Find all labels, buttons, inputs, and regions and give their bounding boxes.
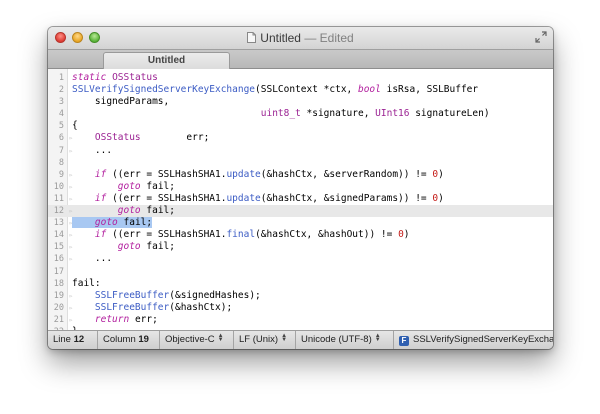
symbol-navigator[interactable]: F SSLVerifySignedServerKeyExchange: [394, 331, 553, 349]
line-number: 9: [58, 169, 64, 180]
updown-arrows-icon: ▲ ▼: [217, 333, 224, 343]
syntax-label: Objective-C: [165, 334, 215, 345]
line-endings-selector[interactable]: LF (Unix) ▲ ▼: [234, 331, 296, 349]
code-line[interactable]: 4 uint8_t *signature, UInt16 signatureLe…: [48, 108, 553, 120]
line-number: 14: [53, 230, 64, 241]
line-number: 2: [58, 85, 64, 96]
code-editor[interactable]: 1 static OSStatus 2 SSLVerifySignedServerKe…: [48, 69, 553, 331]
line-indicator: Line 12: [48, 331, 98, 349]
symbol-label: SSLVerifySignedServerKeyExchange: [413, 334, 553, 345]
line-number: 11: [53, 193, 64, 204]
code-line[interactable]: 17: [48, 266, 553, 278]
code-text[interactable]: goto fail;: [72, 241, 175, 253]
code-line[interactable]: 19 ▹ SSLFreeBuffer(&signedHashes);: [48, 290, 553, 302]
line-number: 13: [53, 218, 64, 229]
code-line[interactable]: 18 fail:: [48, 278, 553, 290]
line-number: 6: [58, 133, 64, 144]
code-line[interactable]: 1 static OSStatus: [48, 72, 553, 84]
code-line[interactable]: 11 ▹ if ((err = SSLHashSHA1.update(&hashC…: [48, 193, 553, 205]
title-bar[interactable]: Untitled — Edited: [48, 27, 553, 49]
code-line[interactable]: 14 ▹ if ((err = SSLHashSHA1.final(&hashCt…: [48, 229, 553, 241]
line-number: 17: [53, 266, 64, 277]
line-number: 10: [53, 181, 64, 192]
line-number: 5: [58, 121, 64, 132]
code-text[interactable]: if ((err = SSLHashSHA1.final(&hashCtx, &…: [72, 229, 410, 241]
encoding-selector[interactable]: Unicode (UTF-8) ▲ ▼: [296, 331, 394, 349]
tab-untitled[interactable]: Untitled: [103, 52, 230, 69]
code-text[interactable]: if ((err = SSLHashSHA1.update(&hashCtx, …: [72, 193, 444, 205]
code-line[interactable]: 6 ▹ OSStatus err;: [48, 132, 553, 144]
code-text[interactable]: SSLFreeBuffer(&signedHashes);: [72, 290, 261, 302]
line-number: 7: [58, 145, 64, 156]
code-line[interactable]: 2 SSLVerifySignedServerKeyExchange(SSLCon…: [48, 84, 553, 96]
code-text[interactable]: SSLFreeBuffer(&hashCtx);: [72, 302, 232, 314]
code-text[interactable]: if ((err = SSLHashSHA1.update(&hashCtx, …: [72, 169, 444, 181]
code-text[interactable]: {: [72, 120, 78, 132]
line-label: Line: [53, 334, 71, 345]
updown-arrows-icon: ▲ ▼: [281, 333, 288, 343]
code-text[interactable]: ...: [72, 145, 112, 157]
status-bar: Line 12 Column 19 Objective-C ▲ ▼ LF (Unix…: [48, 330, 553, 349]
line-number: 8: [58, 157, 64, 168]
code-text[interactable]: SSLVerifySignedServerKeyExchange(SSLCont…: [72, 84, 478, 96]
code-text[interactable]: return err;: [72, 314, 158, 326]
code-text[interactable]: uint8_t *signature, UInt16 signatureLen): [72, 108, 490, 120]
code-text[interactable]: goto fail;: [72, 181, 175, 193]
line-endings-label: LF (Unix): [239, 334, 279, 345]
code-line[interactable]: 13▹ goto fail;: [48, 217, 553, 229]
line-number: 19: [53, 290, 64, 301]
tab-bar: Untitled: [48, 49, 553, 69]
code-text[interactable]: fail:: [72, 278, 101, 290]
code-line[interactable]: 3 signedParams,: [48, 96, 553, 108]
line-number: 15: [53, 242, 64, 253]
code-text[interactable]: OSStatus err;: [72, 132, 209, 144]
code-line[interactable]: 20 ▹ SSLFreeBuffer(&hashCtx);: [48, 302, 553, 314]
code-line[interactable]: 5{: [48, 120, 553, 132]
code-line[interactable]: 21 ▹ return err;: [48, 314, 553, 326]
edited-label: Edited: [319, 31, 354, 45]
code-line[interactable]: 15 ▹ goto fail;: [48, 241, 553, 253]
column-indicator: Column 19: [98, 331, 160, 349]
line-number: 3: [58, 97, 64, 108]
line-number: 4: [58, 109, 64, 120]
code-text[interactable]: ...: [72, 253, 112, 265]
line-number: 16: [53, 254, 64, 265]
fullscreen-icon[interactable]: [535, 31, 547, 43]
window-title: Untitled — Edited: [48, 31, 553, 45]
line-number: 18: [53, 278, 64, 289]
line-value: 12: [73, 334, 85, 345]
title-separator: —: [304, 31, 317, 45]
code-line[interactable]: 7 ▹ ...: [48, 145, 553, 157]
code-line[interactable]: 8: [48, 157, 553, 169]
encoding-label: Unicode (UTF-8): [301, 334, 372, 345]
syntax-selector[interactable]: Objective-C ▲ ▼: [160, 331, 234, 349]
window-title-text: Untitled: [260, 31, 301, 45]
code-text[interactable]: signedParams,: [72, 96, 169, 108]
code-line[interactable]: 10 ▹ goto fail;: [48, 181, 553, 193]
code-line[interactable]: 9 ▹ if ((err = SSLHashSHA1.update(&hashCt…: [48, 169, 553, 181]
editor-window: Untitled — Edited Untitled 1 static OSSta…: [48, 27, 553, 349]
updown-arrows-icon: ▲ ▼: [374, 333, 381, 343]
function-icon: F: [399, 336, 409, 346]
line-number: 21: [53, 314, 64, 325]
code-text[interactable]: goto fail;: [72, 217, 153, 229]
document-icon[interactable]: [247, 32, 257, 43]
code-lines[interactable]: 1 static OSStatus 2 SSLVerifySignedServerKe…: [48, 72, 553, 331]
line-number: 12: [53, 206, 64, 217]
line-number: 20: [53, 302, 64, 313]
code-line[interactable]: 16 ▹ ...: [48, 253, 553, 265]
code-text[interactable]: static OSStatus: [72, 72, 158, 84]
column-label: Column: [103, 334, 136, 345]
code-line[interactable]: 12 ▹ goto fail;: [48, 205, 553, 218]
column-value: 19: [138, 334, 149, 345]
line-number: 1: [58, 73, 64, 83]
code-text[interactable]: goto fail;: [72, 205, 175, 217]
